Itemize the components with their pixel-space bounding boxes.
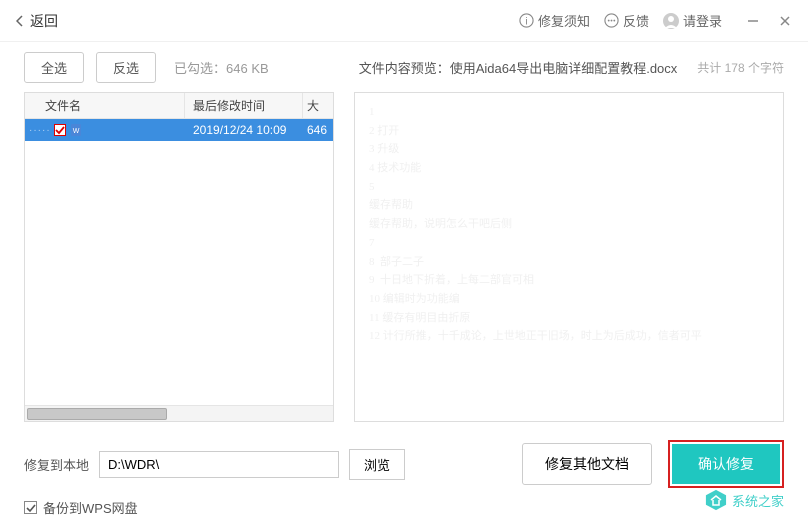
table-row[interactable]: ····· W 2019/12/24 10:09 646	[25, 119, 333, 141]
horizontal-scrollbar[interactable]	[25, 405, 333, 421]
confirm-repair-button[interactable]: 确认修复	[672, 444, 780, 484]
file-date: 2019/12/24 10:09	[185, 123, 303, 137]
info-icon: i	[519, 13, 534, 28]
restore-path-input[interactable]	[99, 451, 339, 478]
tree-connector: ·····	[29, 125, 51, 136]
login-link[interactable]: 请登录	[663, 11, 722, 30]
file-list-panel: 文件名 最后修改时间 大 ····· W 2019/12/24 10:09 64…	[24, 92, 334, 422]
file-size: 646	[303, 123, 333, 137]
repair-other-button[interactable]: 修复其他文档	[522, 443, 652, 485]
browse-button[interactable]: 浏览	[349, 449, 405, 480]
backup-label: 备份到WPS网盘	[43, 498, 138, 517]
col-modified[interactable]: 最后修改时间	[185, 93, 303, 118]
feedback-link[interactable]: 反馈	[604, 11, 649, 30]
backup-checkbox[interactable]	[24, 501, 37, 514]
invert-select-button[interactable]: 反选	[96, 52, 156, 83]
docx-icon: W	[69, 123, 83, 137]
close-button[interactable]	[778, 14, 792, 28]
minimize-button[interactable]	[746, 14, 760, 28]
chevron-left-icon	[16, 15, 24, 27]
path-label: 修复到本地	[24, 455, 89, 474]
col-filename[interactable]: 文件名	[25, 93, 185, 118]
svg-text:W: W	[72, 128, 79, 135]
table-header: 文件名 最后修改时间 大	[25, 93, 333, 119]
col-size[interactable]: 大	[303, 93, 333, 118]
back-button[interactable]: 返回	[16, 11, 58, 31]
chat-icon	[604, 13, 619, 28]
preview-text: 1 2 打开 3 升级 4 技术功能 5 缓存帮助 缓存帮助，说明怎么干吧后侧 …	[369, 103, 769, 346]
row-checkbox[interactable]	[54, 124, 66, 136]
preview-panel: 1 2 打开 3 升级 4 技术功能 5 缓存帮助 缓存帮助，说明怎么干吧后侧 …	[354, 92, 784, 422]
back-label: 返回	[30, 11, 58, 31]
user-icon	[663, 13, 679, 29]
select-all-button[interactable]: 全选	[24, 52, 84, 83]
repair-notice-link[interactable]: i 修复须知	[519, 11, 590, 30]
svg-text:i: i	[525, 16, 527, 27]
preview-title: 文件内容预览：使用Aida64导出电脑详细配置教程.docx	[359, 58, 678, 77]
char-count-label: 共计 178 个字符	[697, 59, 784, 76]
selected-size-label: 已勾选：646 KB	[174, 58, 269, 77]
